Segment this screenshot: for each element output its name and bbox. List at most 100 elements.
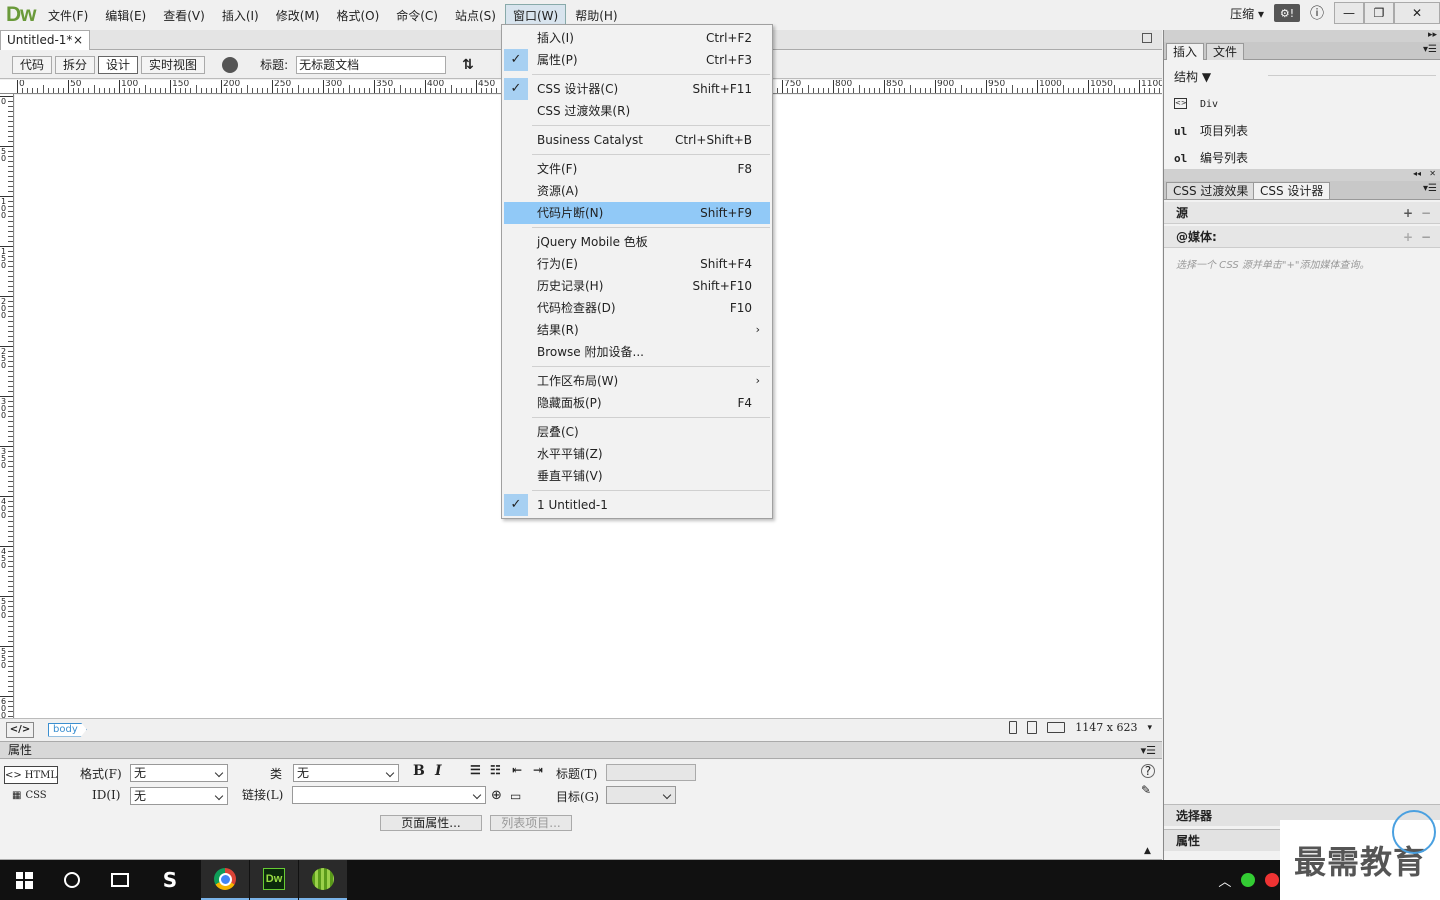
panel-menu-icon[interactable]: ▾☰ [1423,44,1437,55]
taskbar-chrome[interactable] [201,860,249,900]
menu-site[interactable]: 站点(S) [447,4,504,27]
mobile-size-icon[interactable] [1009,721,1018,734]
search-button[interactable] [48,860,96,900]
title-input[interactable]: 无标题文档 [296,55,447,74]
bold-button[interactable]: B [413,763,425,779]
menu-insert[interactable]: 插入(I) [214,4,267,27]
close-button[interactable]: ✕ [1394,2,1440,24]
window-menu-item[interactable]: 历史记录(H) Shift+F10 [504,275,770,297]
quick-tag-editor-icon[interactable]: ✎ [1141,783,1151,797]
page-properties-button[interactable]: 页面属性... [380,815,482,831]
menu-commands[interactable]: 命令(C) [388,4,446,27]
window-menu-item[interactable]: 代码片断(N) Shift+F9 [504,202,770,224]
window-menu-item[interactable]: 垂直平铺(V) [504,465,770,487]
tab-insert[interactable]: 插入 [1166,43,1205,60]
desktop-size-icon[interactable] [1047,722,1066,733]
point-to-file-icon[interactable]: ⊕ [491,788,502,803]
help-icon[interactable]: ? [1141,764,1155,778]
insert-div[interactable]: <> Div [1174,96,1218,110]
collapse-icon[interactable]: ▲ [1144,846,1151,856]
insert-unordered-list[interactable]: ul 项目列表 [1174,122,1248,139]
view-code-button[interactable]: 代码 [12,55,53,74]
tab-files[interactable]: 文件 [1206,43,1245,60]
window-menu-item[interactable]: 工作区布局(W) › [504,370,770,392]
menu-edit[interactable]: 编辑(E) [97,4,154,27]
add-media-button[interactable]: + [1403,226,1413,248]
window-menu-item[interactable]: 文件(F) F8 [504,158,770,180]
css-panel-strip[interactable]: ◂◂ ✕ [1164,169,1440,181]
browse-folder-icon[interactable]: ▭ [510,789,521,803]
format-select[interactable]: 无 [130,764,228,782]
tag-selector-body[interactable]: body [48,722,87,737]
document-tab[interactable]: Untitled-1* × [0,30,90,50]
panel-menu-icon[interactable]: ▾☰ [1141,743,1156,759]
minimize-button[interactable]: — [1334,2,1364,24]
ordered-list-icon[interactable]: ☷ [490,763,501,777]
dock-collapse-strip[interactable]: ▸▸ [1164,30,1440,42]
window-menu-item[interactable]: 结果(R) › [504,319,770,341]
tray-expand-icon[interactable]: ︿ [1218,871,1231,890]
taskbar-melon[interactable] [299,860,347,900]
window-menu-item[interactable]: 隐藏面板(P) F4 [504,392,770,414]
menu-format[interactable]: 格式(O) [328,4,387,27]
outdent-icon[interactable]: ⇤ [512,763,522,777]
wechat-icon[interactable] [1241,873,1256,887]
window-menu-item[interactable]: Business Catalyst Ctrl+Shift+B [504,129,770,151]
preview-globe-icon[interactable] [222,56,239,73]
remove-media-button[interactable]: − [1421,226,1431,248]
window-menu-item[interactable]: jQuery Mobile 色板 [504,231,770,253]
workspace-switcher[interactable]: 压缩 ▾ [1220,5,1274,22]
window-menu-item[interactable]: 水平平铺(Z) [504,443,770,465]
heading-input[interactable] [606,764,696,781]
window-menu-item[interactable]: 代码检查器(D) F10 [504,297,770,319]
task-view-button[interactable] [96,860,144,900]
view-live-button[interactable]: 实时视图 [141,55,206,74]
ruler-minor-tick [8,641,13,642]
qq-icon[interactable] [1265,873,1280,887]
italic-button[interactable]: I [435,763,442,779]
taskbar-dreamweaver[interactable]: Dw [250,860,298,900]
restore-document-icon[interactable] [1142,33,1152,43]
start-button[interactable] [0,860,48,900]
window-menu-item[interactable]: 行为(E) Shift+F4 [504,253,770,275]
window-menu-item[interactable]: 层叠(C) [504,421,770,443]
window-menu-item[interactable]: Browse 附加设备... [504,341,770,363]
class-select[interactable]: 无 [293,764,399,782]
insert-category-dropdown[interactable]: 结构 ▼ [1174,68,1211,85]
window-menu-item[interactable]: ✓ 1 Untitled-1 [504,494,770,516]
list-item-button[interactable]: 列表项目... [490,815,572,831]
add-source-button[interactable]: + [1403,202,1413,224]
file-transfer-icon[interactable]: ⇅ [462,57,474,73]
menu-view[interactable]: 查看(V) [155,4,213,27]
window-menu-item[interactable]: ✓ 属性(P) Ctrl+F3 [504,49,770,71]
window-menu-item[interactable]: ✓ CSS 设计器(C) Shift+F11 [504,78,770,100]
menu-modify[interactable]: 修改(M) [268,4,328,27]
css-mode-button[interactable]: ▦ CSS [12,790,47,801]
remove-source-button[interactable]: − [1421,202,1431,224]
taskbar-app-s[interactable]: S [146,860,194,900]
window-menu-item[interactable]: CSS 过渡效果(R) [504,100,770,122]
id-select[interactable]: 无 [130,787,228,805]
insert-ordered-list[interactable]: ol 编号列表 [1174,149,1248,166]
view-design-button[interactable]: 设计 [98,55,139,74]
settings-toggle-icon[interactable]: ⚙! [1274,4,1300,22]
view-split-button[interactable]: 拆分 [55,55,96,74]
tab-css-designer[interactable]: CSS 设计器 [1253,182,1331,199]
info-icon[interactable]: ⓘ [1310,3,1324,23]
target-select[interactable] [606,786,676,804]
close-tab-icon[interactable]: × [73,31,83,49]
html-mode-button[interactable]: <> HTML [4,766,58,784]
window-menu-item[interactable]: 插入(I) Ctrl+F2 [504,27,770,49]
tablet-size-icon[interactable] [1027,721,1038,734]
panel-menu-icon[interactable]: ▾☰ [1423,183,1437,194]
tab-css-transitions[interactable]: CSS 过渡效果 [1166,182,1256,199]
restore-button[interactable]: ❐ [1364,2,1394,24]
window-menu-item[interactable]: 资源(A) [504,180,770,202]
chevron-down-icon[interactable]: ▾ [1147,723,1152,733]
code-navigator-icon[interactable]: </> [6,721,34,738]
menu-file[interactable]: 文件(F) [40,4,96,27]
link-input[interactable] [292,786,486,804]
window-size-readout[interactable]: 1147 x 623 [1075,721,1137,734]
unordered-list-icon[interactable]: ☰ [470,763,481,777]
indent-icon[interactable]: ⇥ [533,763,543,777]
